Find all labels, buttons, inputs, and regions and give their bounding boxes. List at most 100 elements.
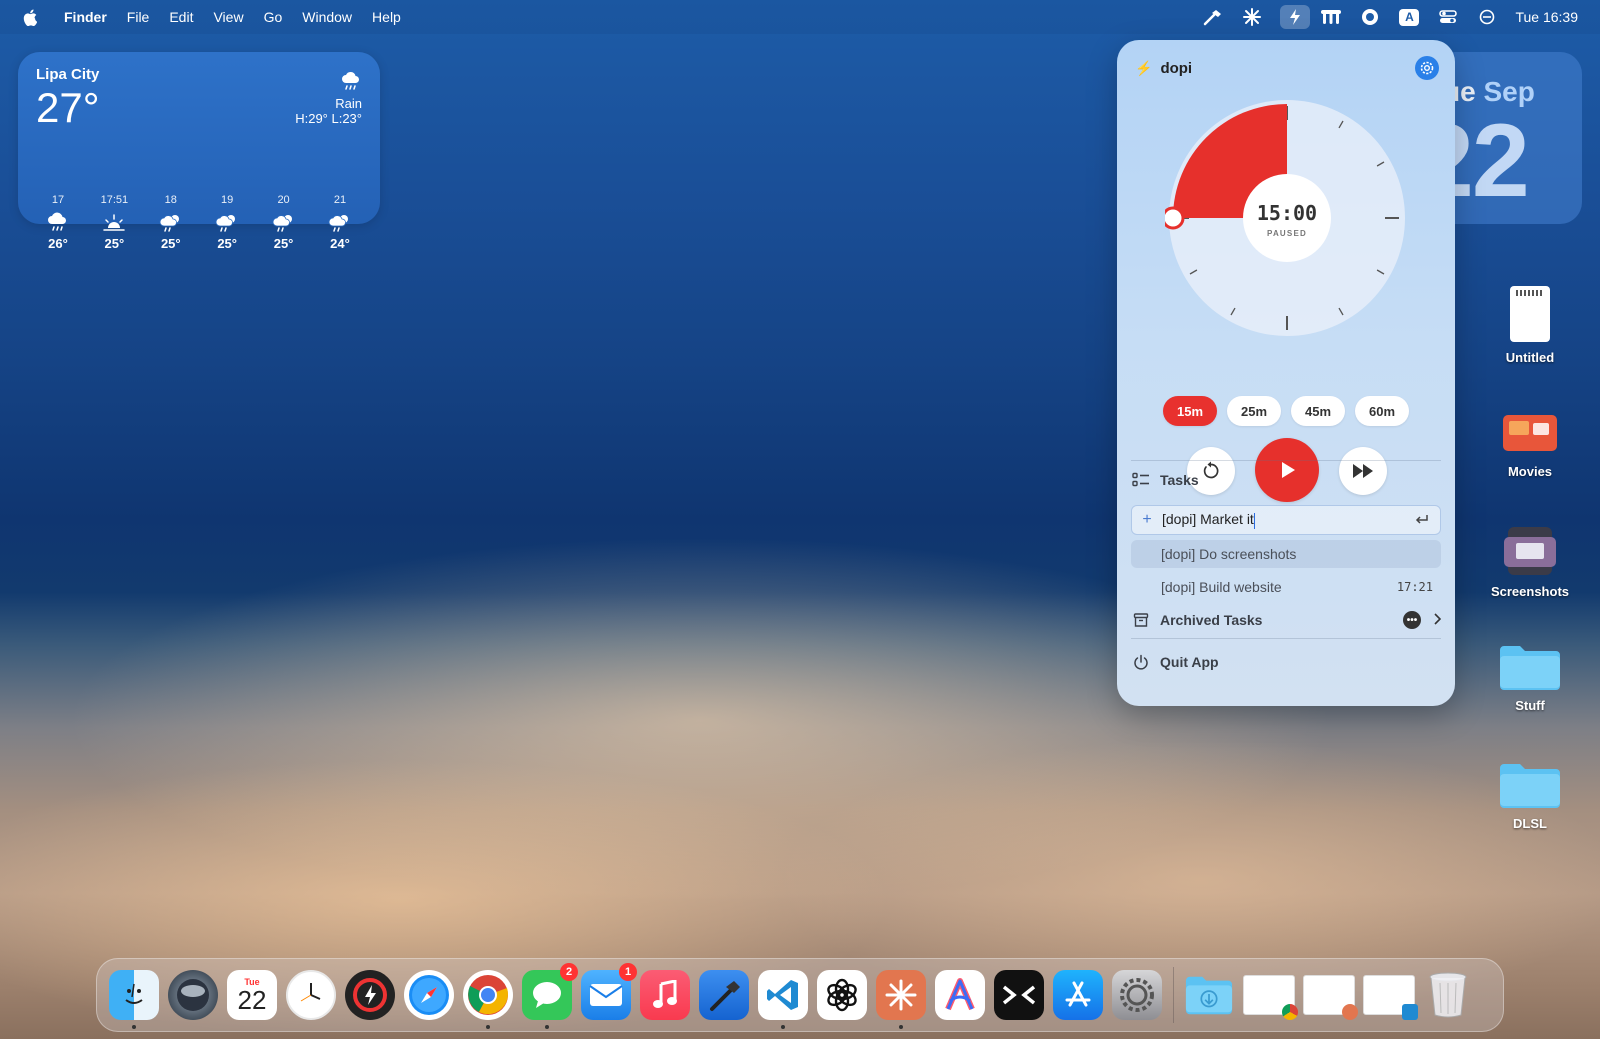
claude-badge-icon [1342, 1004, 1358, 1020]
arc-app-icon[interactable] [935, 970, 985, 1020]
preset-45m-button[interactable]: 45m [1291, 396, 1345, 426]
archived-actions: ••• [1403, 611, 1442, 629]
archived-tasks-label: Archived Tasks [1160, 612, 1263, 628]
forecast-temp: 25° [273, 236, 294, 251]
mail-badge: 1 [619, 963, 637, 981]
activity-app-icon[interactable] [345, 970, 395, 1020]
desktop-icon-dlsl[interactable]: DLSL [1480, 760, 1580, 831]
timer-dial[interactable]: 15:00 PAUSED [1165, 96, 1409, 340]
terminal-app-icon[interactable] [994, 970, 1044, 1020]
music-app-icon[interactable] [640, 970, 690, 1020]
archived-tasks-row[interactable]: Archived Tasks ••• [1131, 606, 1442, 634]
more-icon[interactable]: ••• [1403, 611, 1421, 629]
menu-bar: Finder File Edit View Go Window Help A T… [0, 0, 1600, 34]
vscode-badge-icon [1402, 1004, 1418, 1020]
hammer-icon[interactable] [1202, 6, 1224, 28]
task-item[interactable]: [dopi] Do screenshots [1131, 540, 1441, 568]
siri-app-icon[interactable] [168, 970, 218, 1020]
desktop-icon-screenshots[interactable]: Screenshots [1480, 524, 1580, 599]
desktop-icon-label: Movies [1507, 464, 1553, 479]
settings-gear-button[interactable] [1415, 56, 1439, 80]
menu-window[interactable]: Window [302, 9, 352, 25]
weather-condition-block: Rain H:29° L:23° [295, 70, 362, 126]
mail-app-icon[interactable]: 1 [581, 963, 637, 1020]
desktop-icon-label: Untitled [1505, 350, 1555, 365]
system-settings-app-icon[interactable] [1112, 970, 1162, 1020]
menu-app-icon[interactable] [1320, 6, 1342, 28]
weather-forecast: 17 26° 17:51 25° 18 25° 19 25° 20 25° 21… [32, 194, 366, 251]
menu-view[interactable]: View [213, 9, 243, 25]
task-input-field[interactable]: [dopi] Market it [1162, 511, 1408, 529]
focus-icon[interactable] [1476, 6, 1498, 28]
tasks-heading: Tasks [1160, 472, 1199, 488]
minimized-window-vscode[interactable] [1363, 975, 1418, 1020]
menu-app-name[interactable]: Finder [64, 9, 107, 25]
claude-icon[interactable] [1241, 6, 1263, 28]
chevron-right-icon[interactable] [1433, 612, 1442, 628]
input-source-label: A [1399, 8, 1420, 26]
timer-display: 15:00 [1257, 201, 1317, 225]
preset-15m-button[interactable]: 15m [1163, 396, 1217, 426]
desktop-icon-stuff[interactable]: Stuff [1480, 642, 1580, 713]
weather-condition: Rain [335, 96, 362, 111]
forecast-temp: 24° [330, 236, 350, 251]
preset-25m-button[interactable]: 25m [1227, 396, 1281, 426]
gear-icon [1420, 61, 1434, 75]
clock-app-icon[interactable] [286, 970, 336, 1020]
desktop-icon-untitled[interactable]: Untitled [1480, 284, 1580, 365]
dopi-header: ⚡ dopi [1135, 60, 1192, 77]
record-icon[interactable] [1359, 6, 1381, 28]
forecast-item: 20 25° [258, 194, 310, 251]
task-item[interactable]: [dopi] Build website 17:21 [1131, 573, 1441, 601]
document-icon [1508, 284, 1552, 344]
claude-app-icon[interactable] [876, 970, 926, 1029]
archive-box-icon [1131, 610, 1151, 630]
menu-go[interactable]: Go [264, 9, 283, 25]
preset-60m-button[interactable]: 60m [1355, 396, 1409, 426]
dopi-panel: ⚡ dopi 15:00 PAUSED 15m 25m 45m 60m Task… [1117, 40, 1455, 706]
control-center-icon[interactable] [1437, 6, 1459, 28]
cloud-sun-rain-icon [314, 210, 366, 236]
trash-icon[interactable] [1423, 970, 1473, 1020]
menu-help[interactable]: Help [372, 9, 401, 25]
bolt-icon[interactable] [1280, 5, 1311, 29]
return-icon[interactable] [1408, 509, 1436, 531]
forecast-hour: 17:51 [100, 194, 129, 206]
safari-app-icon[interactable] [404, 970, 454, 1020]
minimized-window-chrome[interactable] [1243, 975, 1298, 1020]
plus-icon: + [1142, 511, 1152, 528]
app-store-app-icon[interactable] [1053, 970, 1103, 1020]
weather-high-low: H:29° L:23° [295, 111, 362, 126]
apple-menu-icon[interactable] [22, 8, 38, 26]
task-time: 17:21 [1396, 580, 1433, 594]
forecast-hour: 19 [221, 194, 234, 206]
menu-clock[interactable]: Tue 16:39 [1515, 9, 1578, 25]
sunset-icon [88, 210, 140, 236]
weather-widget[interactable]: Lipa City 27° Rain H:29° L:23° 17 26° 17… [18, 52, 380, 251]
downloads-folder-icon[interactable] [1184, 970, 1234, 1020]
desktop-icon-movies[interactable]: Movies [1480, 408, 1580, 479]
screenshots-folder-icon [1500, 524, 1560, 578]
desktop-icon-label: Stuff [1515, 698, 1545, 713]
messages-app-icon[interactable]: 2 [522, 963, 578, 1029]
forecast-item: 19 25° [201, 194, 253, 251]
forecast-hour: 18 [164, 194, 177, 206]
quit-app-row[interactable]: Quit App [1131, 650, 1441, 674]
menu-file[interactable]: File [127, 9, 150, 25]
keyboard-input-icon[interactable]: A [1398, 6, 1420, 28]
calendar-app-icon[interactable]: Tue 22 [227, 970, 277, 1020]
chatgpt-app-icon[interactable] [817, 970, 867, 1020]
xcode-app-icon[interactable] [699, 970, 749, 1020]
forecast-temp: 25° [217, 236, 237, 251]
task-label: [dopi] Build website [1161, 579, 1282, 595]
text-caret [1253, 512, 1255, 529]
dock-separator [1173, 967, 1174, 1023]
task-input[interactable]: + [dopi] Market it [1131, 505, 1441, 535]
cloud-sun-rain-icon [201, 210, 253, 236]
menu-edit[interactable]: Edit [169, 9, 193, 25]
vscode-app-icon[interactable] [758, 970, 808, 1029]
chrome-app-icon[interactable] [463, 970, 513, 1029]
cloud-sun-rain-icon [258, 210, 310, 236]
finder-app-icon[interactable] [109, 970, 159, 1029]
minimized-window-claude[interactable] [1303, 975, 1358, 1020]
